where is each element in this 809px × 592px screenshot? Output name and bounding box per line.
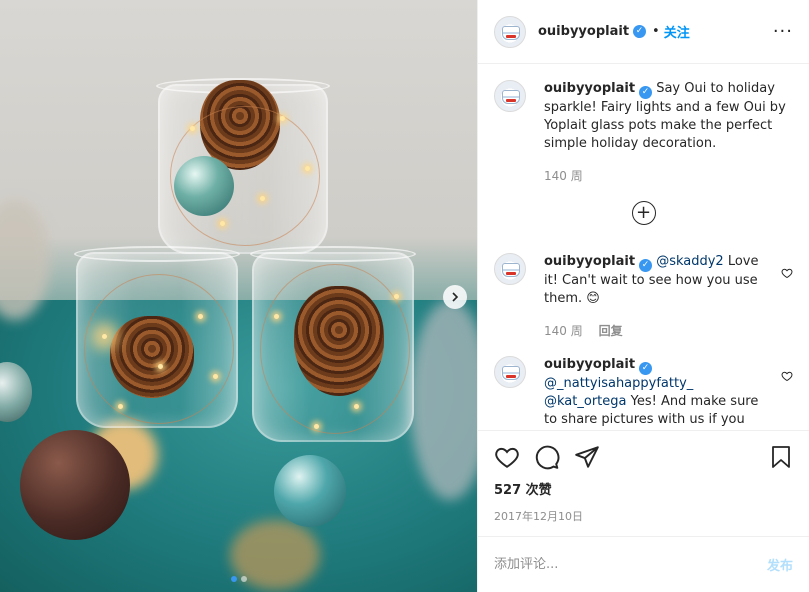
comment-username[interactable]: ouibyyoplait — [544, 357, 635, 372]
bookmark-icon[interactable] — [769, 444, 793, 470]
comments-list: ouibyyoplait ✓ Say Oui to holiday sparkle… — [478, 64, 809, 430]
comment-age[interactable]: 140 周 — [544, 324, 583, 338]
brown-ornament — [20, 430, 130, 540]
comment-mention[interactable]: @kat_ortega — [544, 394, 626, 409]
follow-button[interactable]: 关注 — [664, 22, 690, 41]
avatar[interactable] — [494, 15, 526, 48]
verified-badge-icon: ✓ — [633, 25, 647, 38]
comment-username[interactable]: ouibyyoplait — [544, 254, 635, 269]
carousel-dots — [0, 576, 477, 582]
more-options-icon[interactable]: ··· — [773, 22, 793, 40]
verified-badge-icon: ✓ — [639, 86, 653, 99]
post-date: 2017年12月10日 — [494, 510, 583, 523]
avatar[interactable] — [494, 253, 526, 285]
reply-button[interactable]: 回复 — [599, 324, 623, 338]
post-comment-button[interactable]: 发布 — [767, 555, 793, 574]
carousel-dot-active — [230, 576, 237, 582]
carousel-next-button[interactable] — [443, 285, 467, 309]
plus-circle-icon[interactable]: + — [631, 201, 656, 225]
post-dialog: ouibyyoplait ✓ • 关注 ··· ouibyyoplait ✓ Sa… — [0, 0, 809, 592]
verified-badge-icon: ✓ — [639, 259, 653, 272]
caption: ouibyyoplait ✓ Say Oui to holiday sparkle… — [494, 80, 793, 185]
caption-username[interactable]: ouibyyoplait — [544, 81, 635, 96]
add-comment-bar: 发布 — [478, 536, 809, 592]
teal-ornament — [274, 455, 346, 527]
like-count[interactable]: 527 次赞 — [494, 479, 793, 498]
chevron-right-icon — [452, 292, 459, 302]
comment-mention[interactable]: @_nattyisahappyfatty_ — [544, 376, 693, 391]
post-photo[interactable] — [0, 0, 477, 592]
heart-icon[interactable] — [781, 267, 793, 279]
post-actions: 527 次赞 2017年12月10日 — [478, 430, 809, 536]
verified-badge-icon: ✓ — [639, 362, 653, 375]
avatar[interactable] — [494, 356, 526, 388]
comment-mention[interactable]: @skaddy2 — [656, 254, 724, 269]
avatar[interactable] — [494, 80, 526, 112]
heart-icon[interactable] — [494, 444, 520, 470]
comment-input[interactable] — [494, 557, 767, 572]
separator-dot: • — [652, 24, 660, 39]
comment-item: ouibyyoplait ✓ @skaddy2 Love it! Can't wa… — [494, 253, 793, 340]
heart-icon[interactable] — [781, 370, 793, 382]
load-more-comments[interactable]: + — [494, 201, 793, 225]
glass-jar-top — [156, 78, 330, 254]
post-side-panel: ouibyyoplait ✓ • 关注 ··· ouibyyoplait ✓ Sa… — [477, 0, 809, 592]
post-header: ouibyyoplait ✓ • 关注 ··· — [478, 0, 809, 64]
glass-jar-right — [250, 246, 416, 442]
comment-icon[interactable] — [534, 444, 560, 470]
share-icon[interactable] — [574, 444, 600, 470]
caption-age[interactable]: 140 周 — [544, 169, 583, 183]
author-username[interactable]: ouibyyoplait — [538, 24, 629, 39]
glass-jar-left — [74, 246, 240, 428]
comment-item: ouibyyoplait ✓ @_nattyisahappyfatty_ @kat… — [494, 356, 793, 429]
carousel-dot — [240, 576, 247, 582]
